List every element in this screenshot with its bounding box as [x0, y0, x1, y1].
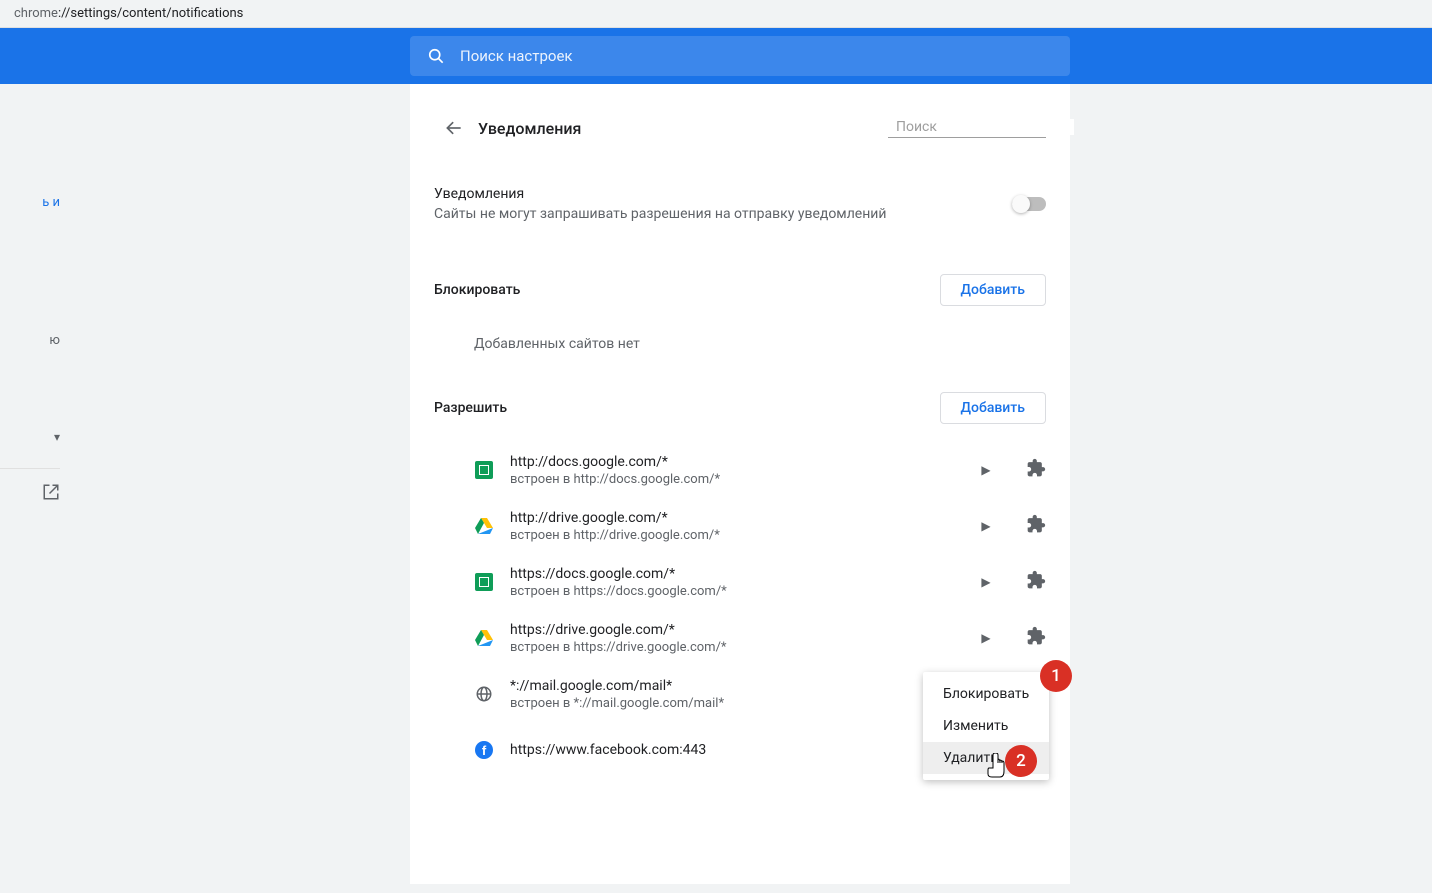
allow-section-header: Разрешить Добавить	[434, 352, 1046, 432]
site-row[interactable]: https://docs.google.com/*встроен в https…	[434, 554, 1046, 610]
allow-section-title: Разрешить	[434, 400, 507, 416]
add-allow-button[interactable]: Добавить	[940, 392, 1046, 424]
site-row[interactable]: http://drive.google.com/*встроен в http:…	[434, 498, 1046, 554]
site-url: https://www.facebook.com:443	[510, 741, 976, 759]
site-details-button[interactable]: ▶	[976, 575, 996, 589]
block-section-header: Блокировать Добавить	[434, 234, 1046, 314]
site-sub: встроен в *://mail.google.com/mail*	[510, 695, 976, 712]
sidebar-fragment-2: ю	[0, 332, 60, 350]
site-url: https://drive.google.com/*	[510, 621, 976, 639]
settings-search-input[interactable]	[460, 47, 1054, 65]
site-row[interactable]: https://drive.google.com/*встроен в http…	[434, 610, 1046, 666]
settings-search[interactable]	[410, 36, 1070, 76]
site-more-button[interactable]	[1026, 458, 1046, 482]
url-rest: ://settings/content/notifications	[58, 6, 243, 21]
toggle-title: Уведомления	[434, 186, 886, 202]
add-block-button[interactable]: Добавить	[940, 274, 1046, 306]
block-section-title: Блокировать	[434, 282, 520, 298]
drive-icon	[475, 630, 493, 646]
page-title: Уведомления	[478, 119, 581, 138]
settings-header	[0, 28, 1432, 84]
site-sub: встроен в https://docs.google.com/*	[510, 583, 976, 600]
site-url: https://docs.google.com/*	[510, 565, 976, 583]
menu-block[interactable]: Блокировать	[923, 678, 1049, 710]
site-more-button[interactable]	[1026, 514, 1046, 538]
sidebar: ь и ю ▾	[0, 84, 60, 884]
toggle-subtitle: Сайты не могут запрашивать разрешения на…	[434, 206, 886, 222]
site-url: *://mail.google.com/mail*	[510, 677, 976, 695]
extension-icon	[1026, 570, 1046, 590]
facebook-icon: f	[475, 741, 493, 759]
sheets-icon	[475, 573, 493, 591]
back-button[interactable]	[434, 108, 474, 148]
site-more-button[interactable]	[1026, 626, 1046, 650]
extension-icon	[1026, 458, 1046, 478]
site-details-button[interactable]: ▶	[976, 631, 996, 645]
section-search-input[interactable]	[896, 119, 1074, 135]
section-search[interactable]	[888, 119, 1046, 138]
url-prefix: chrome	[14, 6, 58, 21]
site-sub: встроен в http://drive.google.com/*	[510, 527, 976, 544]
menu-edit[interactable]: Изменить	[923, 710, 1049, 742]
sidebar-fragment-1: ь и	[0, 194, 60, 212]
site-more-button[interactable]	[1026, 570, 1046, 594]
block-empty-message: Добавленных сайтов нет	[434, 314, 1046, 352]
search-icon	[426, 46, 446, 66]
drive-icon	[475, 518, 493, 534]
notifications-toggle[interactable]	[1012, 195, 1046, 213]
site-details-button[interactable]: ▶	[976, 463, 996, 477]
notifications-toggle-row: Уведомления Сайты не могут запрашивать р…	[434, 156, 1046, 234]
site-url: http://drive.google.com/*	[510, 509, 976, 527]
globe-icon	[475, 685, 493, 703]
open-external-icon[interactable]	[0, 483, 60, 505]
site-url: http://docs.google.com/*	[510, 453, 976, 471]
site-details-button[interactable]: ▶	[976, 519, 996, 533]
annotation-badge-2: 2	[1005, 745, 1037, 777]
site-sub: встроен в http://docs.google.com/*	[510, 471, 976, 488]
sheets-icon	[475, 461, 493, 479]
annotation-badge-1: 1	[1040, 660, 1072, 692]
extension-icon	[1026, 626, 1046, 646]
omnibox[interactable]: chrome://settings/content/notifications	[0, 0, 1432, 28]
sidebar-caret-icon[interactable]: ▾	[0, 430, 60, 444]
divider	[0, 468, 60, 469]
extension-icon	[1026, 514, 1046, 534]
site-row[interactable]: http://docs.google.com/*встроен в http:/…	[434, 442, 1046, 498]
site-sub: встроен в https://drive.google.com/*	[510, 639, 976, 656]
